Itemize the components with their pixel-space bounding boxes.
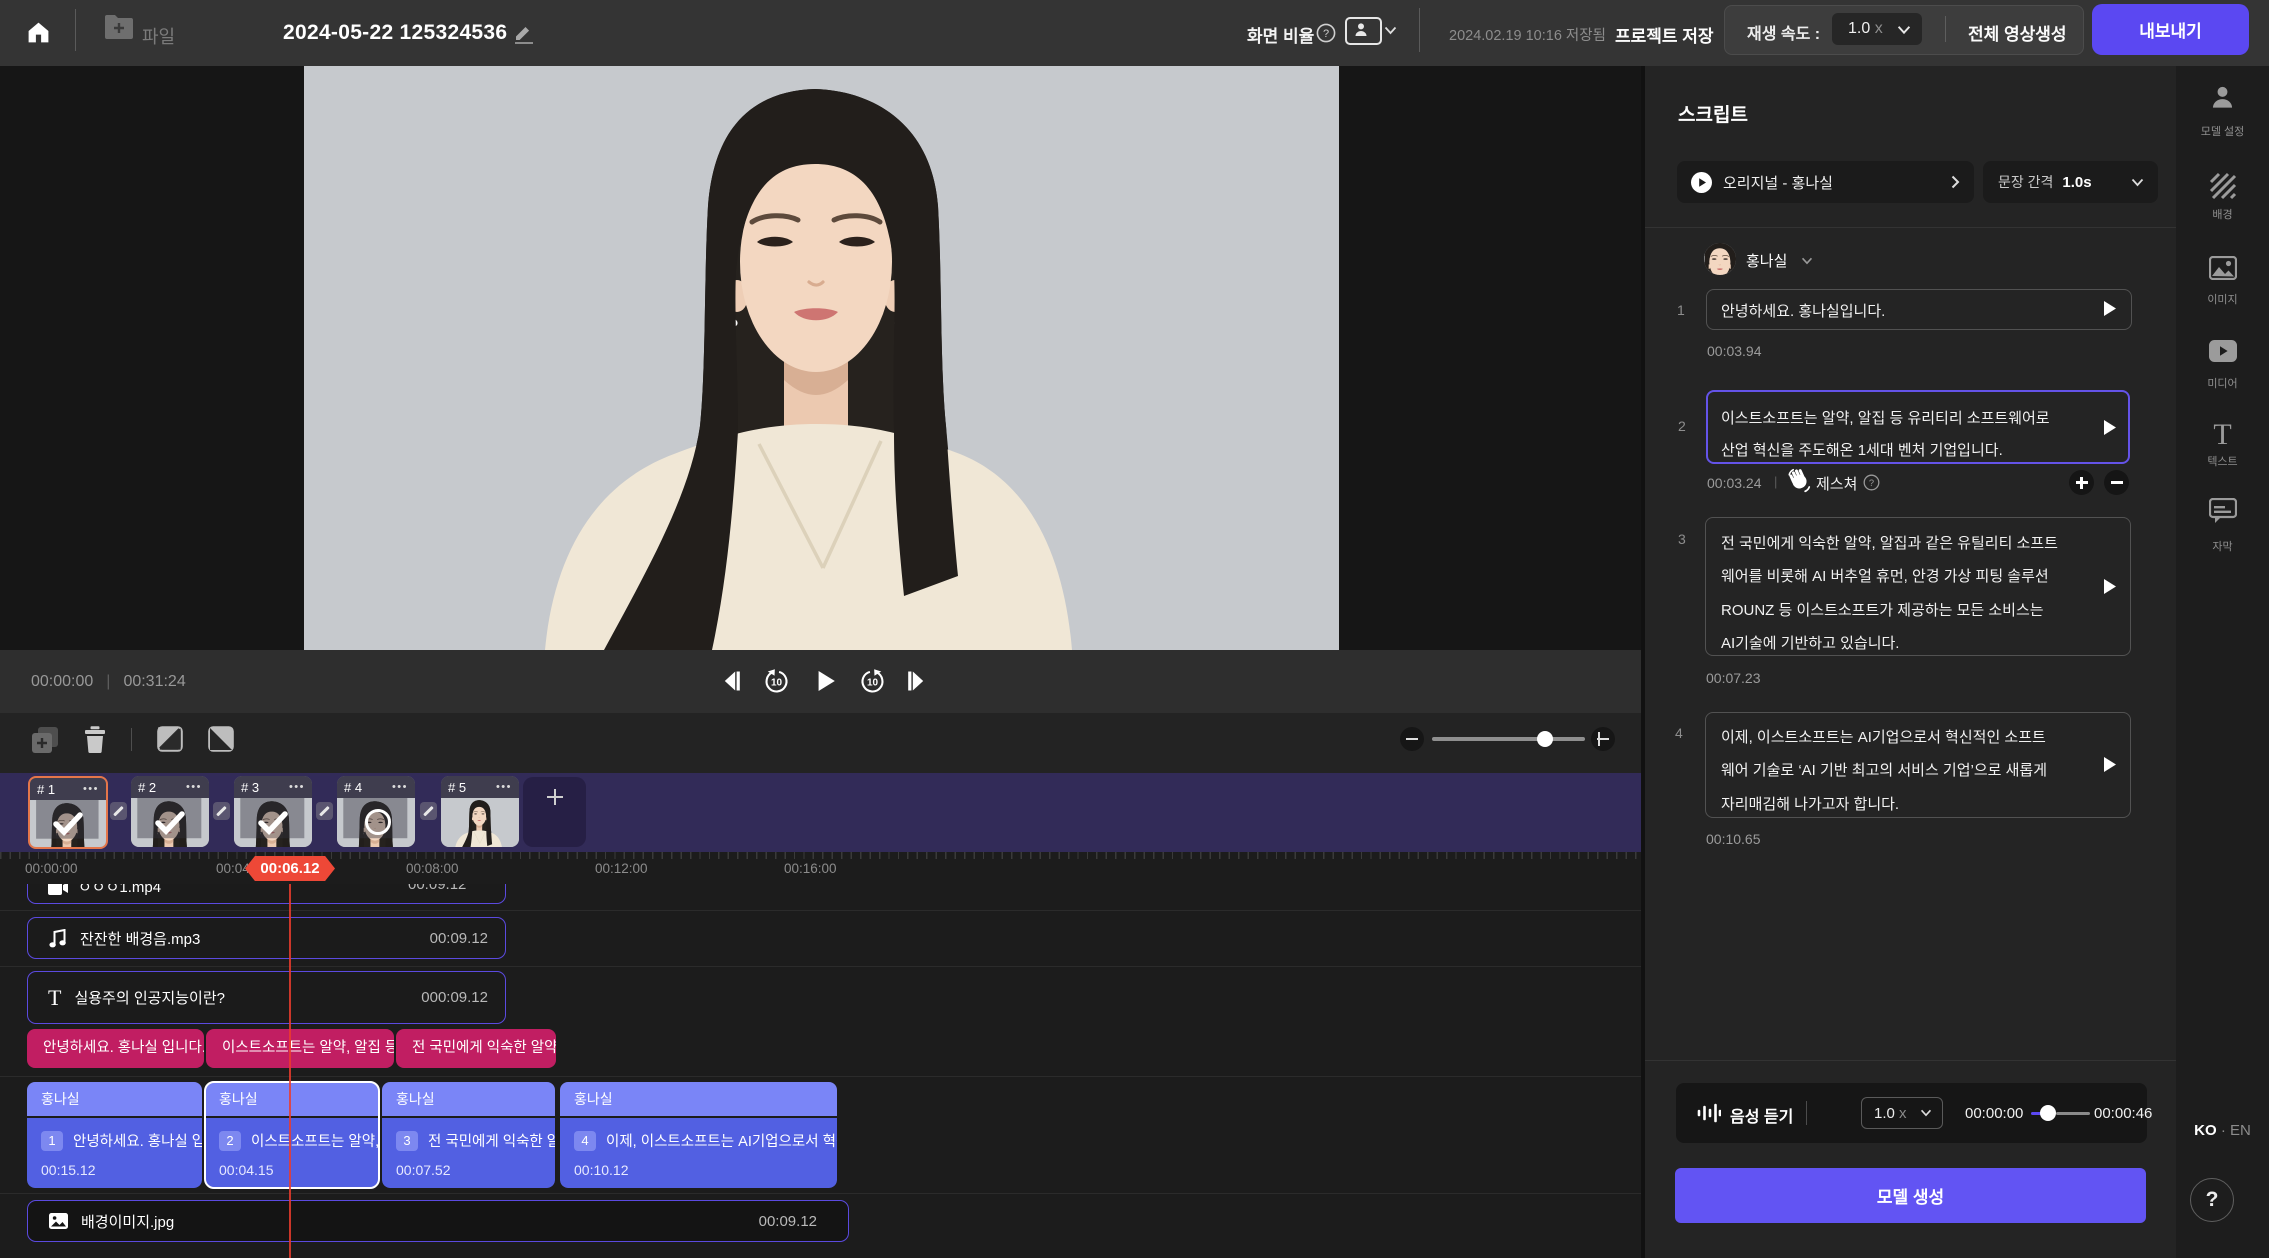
svg-text:10: 10 [867,677,879,688]
svg-text:?: ? [1869,478,1874,488]
svg-text:?: ? [1323,28,1329,40]
svg-text:10: 10 [771,677,783,688]
